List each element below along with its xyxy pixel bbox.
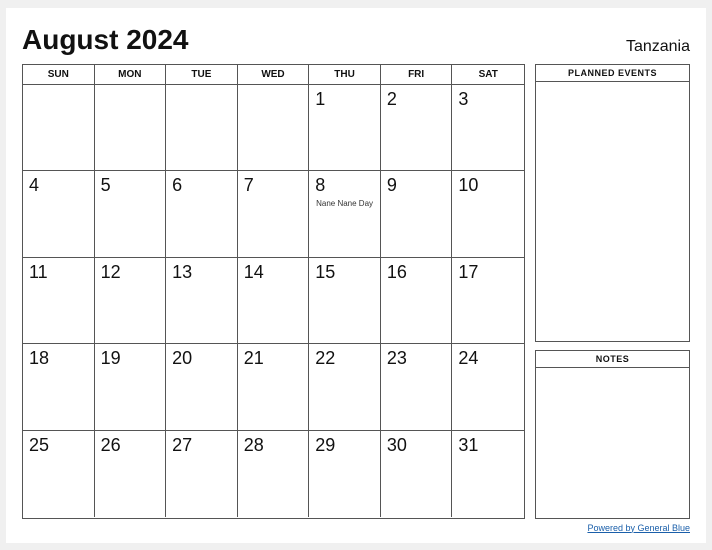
day-cell: 27 [166, 431, 238, 518]
day-cell [166, 85, 238, 172]
day-number: 31 [458, 435, 518, 457]
day-number: 25 [29, 435, 88, 457]
day-number: 7 [244, 175, 303, 197]
day-cell: 11 [23, 258, 95, 345]
day-cell: 3 [452, 85, 524, 172]
day-header-sun: SUN [23, 65, 95, 84]
day-event-label: Nane Nane Day [315, 199, 374, 209]
day-cell: 14 [238, 258, 310, 345]
footer: Powered by General Blue [22, 523, 690, 533]
day-headers: SUNMONTUEWEDTHUFRISAT [23, 65, 524, 85]
planned-events-title: PLANNED EVENTS [536, 65, 689, 82]
day-number: 26 [101, 435, 160, 457]
day-cell: 24 [452, 344, 524, 431]
day-cell: 15 [309, 258, 381, 345]
day-number: 9 [387, 175, 446, 197]
day-number: 30 [387, 435, 446, 457]
day-number: 10 [458, 175, 518, 197]
day-cell [23, 85, 95, 172]
day-cell: 10 [452, 171, 524, 258]
country-label: Tanzania [626, 38, 690, 56]
day-cell [238, 85, 310, 172]
day-header-fri: FRI [381, 65, 453, 84]
day-number: 11 [29, 262, 88, 284]
day-cell: 31 [452, 431, 524, 518]
day-number: 4 [29, 175, 88, 197]
day-cell: 30 [381, 431, 453, 518]
day-cell: 8 Nane Nane Day [309, 171, 381, 258]
main-area: SUNMONTUEWEDTHUFRISAT 12345678Nane Nane … [22, 64, 690, 519]
day-cell: 1 [309, 85, 381, 172]
day-number: 14 [244, 262, 303, 284]
day-cell: 13 [166, 258, 238, 345]
general-blue-link[interactable]: Powered by General Blue [587, 523, 690, 533]
day-number: 15 [315, 262, 374, 284]
day-number: 6 [172, 175, 231, 197]
day-cell: 9 [381, 171, 453, 258]
day-cell: 2 [381, 85, 453, 172]
calendar: SUNMONTUEWEDTHUFRISAT 12345678Nane Nane … [22, 64, 525, 519]
notes-box: NOTES [535, 350, 690, 518]
day-number: 24 [458, 348, 518, 370]
day-cell: 28 [238, 431, 310, 518]
calendar-grid: 12345678Nane Nane Day9101112131415161718… [23, 85, 524, 518]
day-cell: 17 [452, 258, 524, 345]
day-cell: 19 [95, 344, 167, 431]
page-title: August 2024 [22, 24, 189, 56]
day-cell: 22 [309, 344, 381, 431]
sidebar: PLANNED EVENTS NOTES [535, 64, 690, 519]
day-cell: 20 [166, 344, 238, 431]
day-cell: 21 [238, 344, 310, 431]
day-number: 3 [458, 89, 518, 111]
day-number: 27 [172, 435, 231, 457]
day-cell: 4 [23, 171, 95, 258]
day-number: 12 [101, 262, 160, 284]
day-number: 5 [101, 175, 160, 197]
planned-events-content [536, 82, 689, 342]
day-cell: 12 [95, 258, 167, 345]
day-cell: 6 [166, 171, 238, 258]
day-number: 2 [387, 89, 446, 111]
day-number: 28 [244, 435, 303, 457]
day-header-mon: MON [95, 65, 167, 84]
day-number: 22 [315, 348, 374, 370]
day-cell: 7 [238, 171, 310, 258]
day-number: 1 [315, 89, 374, 111]
day-number: 18 [29, 348, 88, 370]
notes-title: NOTES [536, 351, 689, 368]
page: August 2024 Tanzania SUNMONTUEWEDTHUFRIS… [6, 8, 706, 543]
day-header-tue: TUE [166, 65, 238, 84]
day-number: 29 [315, 435, 374, 457]
header: August 2024 Tanzania [22, 24, 690, 56]
day-number: 16 [387, 262, 446, 284]
day-cell [95, 85, 167, 172]
notes-content [536, 368, 689, 517]
planned-events-box: PLANNED EVENTS [535, 64, 690, 343]
day-number: 19 [101, 348, 160, 370]
day-cell: 29 [309, 431, 381, 518]
day-number: 13 [172, 262, 231, 284]
day-cell: 23 [381, 344, 453, 431]
day-cell: 16 [381, 258, 453, 345]
day-cell: 5 [95, 171, 167, 258]
day-header-sat: SAT [452, 65, 524, 84]
day-number: 17 [458, 262, 518, 284]
day-number: 23 [387, 348, 446, 370]
day-cell: 26 [95, 431, 167, 518]
day-header-thu: THU [309, 65, 381, 84]
day-header-wed: WED [238, 65, 310, 84]
day-cell: 25 [23, 431, 95, 518]
day-number: 8 [315, 175, 374, 197]
day-number: 21 [244, 348, 303, 370]
day-cell: 18 [23, 344, 95, 431]
day-number: 20 [172, 348, 231, 370]
